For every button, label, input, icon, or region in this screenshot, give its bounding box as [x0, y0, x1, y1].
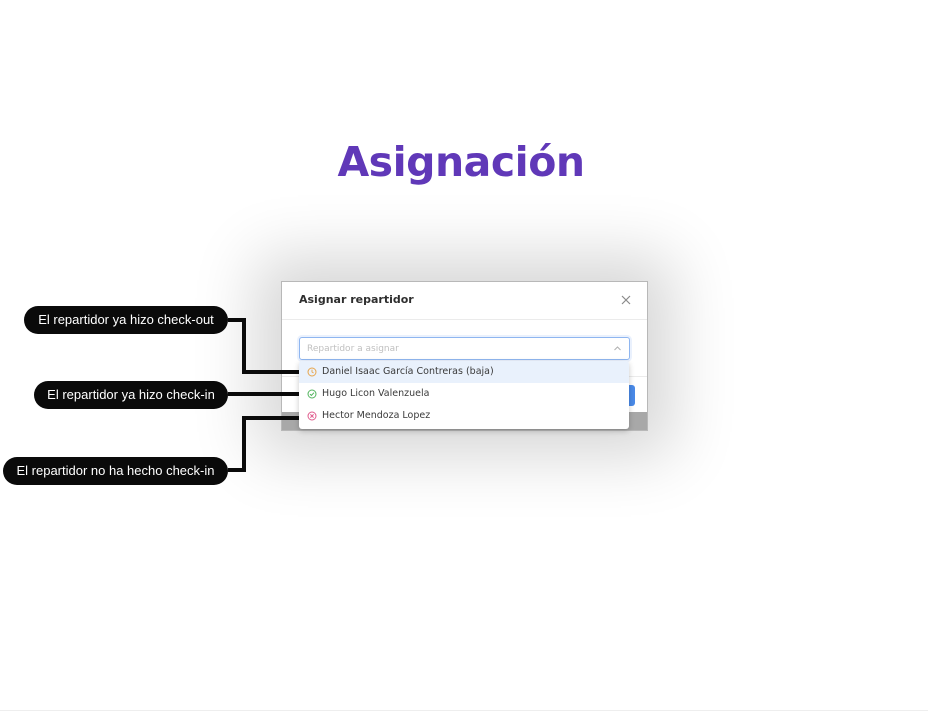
callout-checkout: El repartidor ya hizo check-out: [24, 306, 228, 334]
option-label: Hugo Licon Valenzuela: [322, 388, 430, 399]
courier-dropdown: Daniel Isaac García Contreras (baja) Hug…: [299, 361, 629, 429]
dropdown-option-daniel[interactable]: Daniel Isaac García Contreras (baja): [299, 361, 629, 383]
callout-no-checkin: El repartidor no ha hecho check-in: [3, 457, 228, 485]
dropdown-option-hector[interactable]: Hector Mendoza Lopez: [299, 405, 629, 427]
check-circle-icon: [307, 389, 317, 399]
option-label: Daniel Isaac García Contreras (baja): [322, 366, 494, 377]
close-icon[interactable]: [619, 293, 633, 307]
courier-select[interactable]: [299, 337, 630, 360]
modal-header: Asignar repartidor: [282, 282, 647, 320]
courier-search-input[interactable]: [307, 341, 607, 356]
clock-icon: [307, 367, 317, 377]
option-label: Hector Mendoza Lopez: [322, 410, 431, 421]
x-circle-icon: [307, 411, 317, 421]
callout-checkin: El repartidor ya hizo check-in: [34, 381, 228, 409]
dropdown-option-hugo[interactable]: Hugo Licon Valenzuela: [299, 383, 629, 405]
modal-title: Asignar repartidor: [299, 293, 414, 306]
chevron-up-icon[interactable]: [613, 344, 622, 353]
page-title: Asignación: [337, 138, 585, 186]
